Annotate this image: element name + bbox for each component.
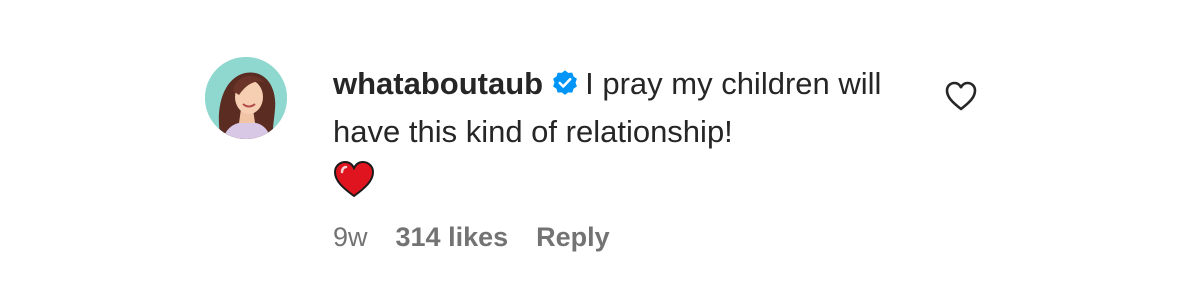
reply-button[interactable]: Reply — [536, 222, 610, 252]
verified-badge-icon — [551, 63, 579, 95]
comment: whataboutaub I pray my children will have… — [0, 0, 1200, 300]
likes-count-button[interactable]: 314 likes — [396, 222, 509, 252]
comment-text-block: whataboutaub I pray my children will have… — [333, 60, 933, 156]
comment-body: whataboutaub I pray my children will have… — [333, 60, 933, 204]
comment-meta: 9w 314 likes Reply — [333, 219, 638, 255]
emoji-line — [333, 160, 933, 204]
heart-outline-icon[interactable] — [944, 80, 978, 112]
avatar-image — [205, 57, 287, 139]
avatar[interactable] — [205, 57, 287, 139]
timestamp[interactable]: 9w — [333, 222, 368, 252]
red-heart-emoji — [333, 160, 375, 198]
username-link[interactable]: whataboutaub — [333, 66, 543, 101]
